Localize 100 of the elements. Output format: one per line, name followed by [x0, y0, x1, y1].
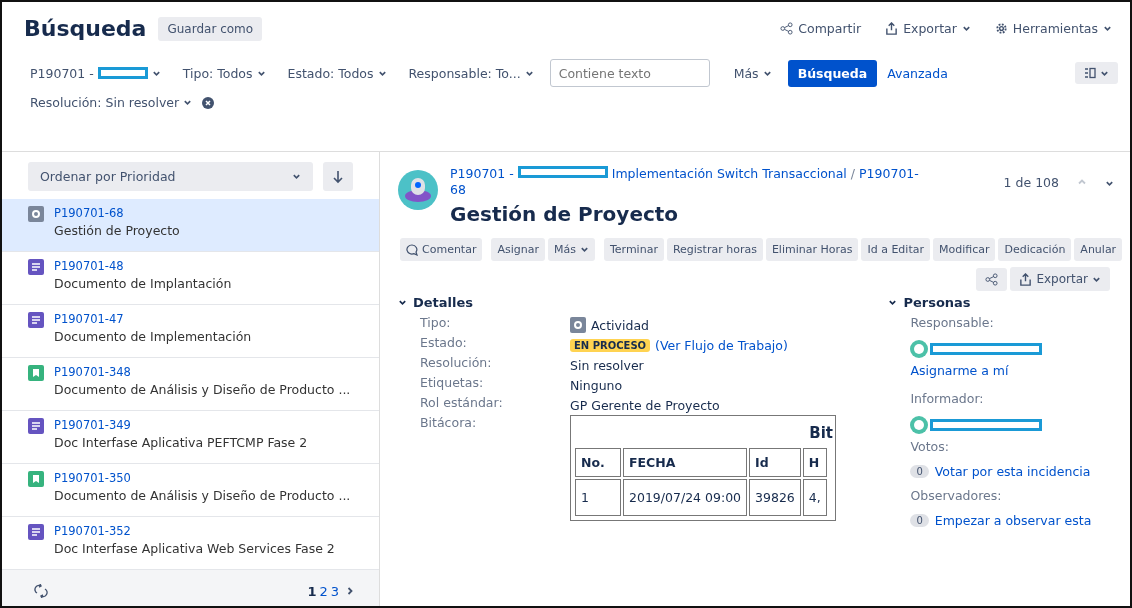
- issue-title: Gestión de Proyecto: [450, 202, 680, 226]
- page-link[interactable]: 1: [307, 583, 317, 599]
- project-filter[interactable]: P190701 -: [24, 61, 167, 85]
- field-label: Observadores:: [910, 488, 1003, 505]
- issue-list-item[interactable]: P190701-352 Doc Interfase Aplicativa Web Services Fase 2: [2, 517, 379, 570]
- breadcrumb[interactable]: P190701 - Implementación Switch Transaccional / P190701-68: [450, 166, 920, 198]
- tools-button[interactable]: Herramientas: [988, 17, 1118, 40]
- bookmark-icon: [28, 365, 44, 381]
- issue-summary: Documento de Implementación: [54, 329, 252, 344]
- redaction-bar: [97, 67, 148, 79]
- action-button[interactable]: Eliminar Horas: [765, 238, 859, 261]
- chevron-down-icon: [1103, 24, 1112, 33]
- issue-summary: Documento de Análisis y Diseño de Producto ...: [54, 382, 351, 397]
- bookmark-icon: [28, 471, 44, 487]
- column-header: No.: [575, 448, 621, 477]
- share-icon: [985, 272, 999, 286]
- upload-icon: [1019, 272, 1033, 286]
- action-button[interactable]: Modificar: [933, 238, 996, 261]
- share-button[interactable]: Compartir: [774, 17, 868, 40]
- circle-square-icon: [570, 317, 586, 333]
- table-cell: 39826: [749, 479, 801, 516]
- workflow-link[interactable]: (Ver Flujo de Trabajo): [655, 337, 788, 353]
- field-label: Rol estándar:: [420, 395, 504, 412]
- issue-key: P190701-68: [54, 206, 180, 220]
- export-button[interactable]: Exportar: [879, 17, 977, 40]
- type-filter[interactable]: Tipo: Todos: [176, 61, 272, 85]
- vote-link[interactable]: Votar por esta incidencia: [934, 464, 1091, 479]
- arrow-down-icon: [332, 169, 344, 184]
- project-avatar-icon: [398, 170, 438, 210]
- issue-key: P190701-348: [54, 365, 351, 379]
- issue-summary: Documento de Implantación: [54, 276, 232, 291]
- people-heading[interactable]: Personas: [888, 295, 1114, 310]
- issue-key: P190701-47: [54, 312, 252, 326]
- result-counter: 1 de 108: [1003, 174, 1059, 190]
- issue-summary: Documento de Análisis y Diseño de Producto ...: [54, 488, 351, 503]
- page-link[interactable]: 3: [330, 583, 339, 599]
- settings-icon: [994, 22, 1008, 35]
- export-button[interactable]: Exportar: [1010, 267, 1110, 291]
- page-title: Búsqueda: [24, 16, 147, 41]
- sort-dropdown[interactable]: Ordenar por Prioridad: [28, 162, 313, 191]
- more-filter[interactable]: Más: [727, 61, 778, 85]
- issue-key: P190701-352: [54, 524, 335, 538]
- column-header: Id: [749, 448, 801, 477]
- action-button[interactable]: Registrar horas: [666, 238, 763, 261]
- watch-link[interactable]: Empezar a observar esta: [934, 513, 1092, 528]
- field-label: Responsable:: [910, 315, 995, 332]
- field-label: Etiquetas:: [420, 375, 485, 392]
- chevron-down-icon: [961, 24, 971, 33]
- issue-key: P190701-48: [54, 259, 232, 273]
- action-button[interactable]: Más: [548, 238, 595, 261]
- issue-summary: Doc Interfase Aplicativa Web Services Fase 2: [54, 541, 335, 556]
- avatar-icon: [910, 416, 929, 434]
- refresh-icon[interactable]: [34, 584, 48, 598]
- action-button[interactable]: Asignar: [491, 238, 545, 261]
- comment-icon: [406, 243, 418, 256]
- column-header: H: [802, 448, 827, 477]
- assignee-filter[interactable]: Responsable: To...: [402, 61, 540, 85]
- action-button[interactable]: Anular: [1074, 238, 1123, 261]
- issue-list-item[interactable]: P190701-349 Doc Interfase Aplicativa PEFTCMP Fase 2: [2, 411, 379, 464]
- status-filter[interactable]: Estado: Todos: [281, 61, 393, 85]
- document-icon: [28, 418, 44, 434]
- issue-list-item[interactable]: P190701-47 Documento de Implementación: [2, 305, 379, 358]
- resolution-filter[interactable]: Resolución: Sin resolver: [24, 91, 199, 114]
- document-icon: [28, 524, 44, 540]
- avatar-icon: [910, 340, 929, 358]
- assign-to-me-link[interactable]: Asignarme a mí: [910, 363, 1114, 378]
- field-value: Ninguno: [570, 377, 623, 393]
- table-cell: 4,: [802, 479, 827, 516]
- details-heading[interactable]: Detalles: [398, 295, 889, 310]
- action-button[interactable]: Dedicación: [998, 238, 1072, 261]
- issue-list-item[interactable]: P190701-350 Documento de Análisis y Diseño de Producto ...: [2, 464, 379, 517]
- search-button[interactable]: Búsqueda: [787, 59, 878, 87]
- share-icon: [780, 22, 794, 35]
- share-button[interactable]: [976, 267, 1008, 291]
- issue-list-item[interactable]: P190701-68 Gestión de Proyecto: [2, 199, 379, 252]
- issue-list-item[interactable]: P190701-348 Documento de Análisis y Diseño de Producto ...: [2, 358, 379, 411]
- field-label: Estado:: [420, 335, 468, 352]
- chevron-down-icon: [292, 172, 301, 181]
- page-link[interactable]: 2: [319, 583, 328, 599]
- field-label: Resolución:: [420, 355, 493, 372]
- issue-list-item[interactable]: P190701-48 Documento de Implantación: [2, 252, 379, 305]
- action-button[interactable]: Id a Editar: [861, 238, 930, 261]
- search-field[interactable]: Contiene texto: [549, 59, 710, 87]
- clear-icon[interactable]: [202, 96, 215, 109]
- view-toggle-button[interactable]: [1075, 62, 1118, 84]
- action-button[interactable]: Terminar: [603, 238, 664, 261]
- issue-summary: Gestión de Proyecto: [54, 223, 180, 238]
- chevron-right-icon[interactable]: [345, 586, 355, 596]
- field-value: Sin resolver: [570, 357, 644, 373]
- chevron-down-icon: [183, 98, 193, 107]
- action-button[interactable]: Comentar: [400, 238, 483, 261]
- table-cell: 2019/07/24 09:00: [623, 479, 748, 516]
- sort-direction-button[interactable]: [323, 162, 353, 191]
- advanced-link[interactable]: Avanzada: [887, 65, 948, 81]
- watcher-count: 0: [910, 514, 929, 527]
- document-icon: [28, 259, 44, 275]
- column-header: FECHA: [623, 448, 748, 477]
- issue-key: P190701-350: [54, 471, 351, 485]
- chevron-down-icon: [579, 245, 589, 254]
- save-as-button[interactable]: Guardar como: [158, 16, 263, 41]
